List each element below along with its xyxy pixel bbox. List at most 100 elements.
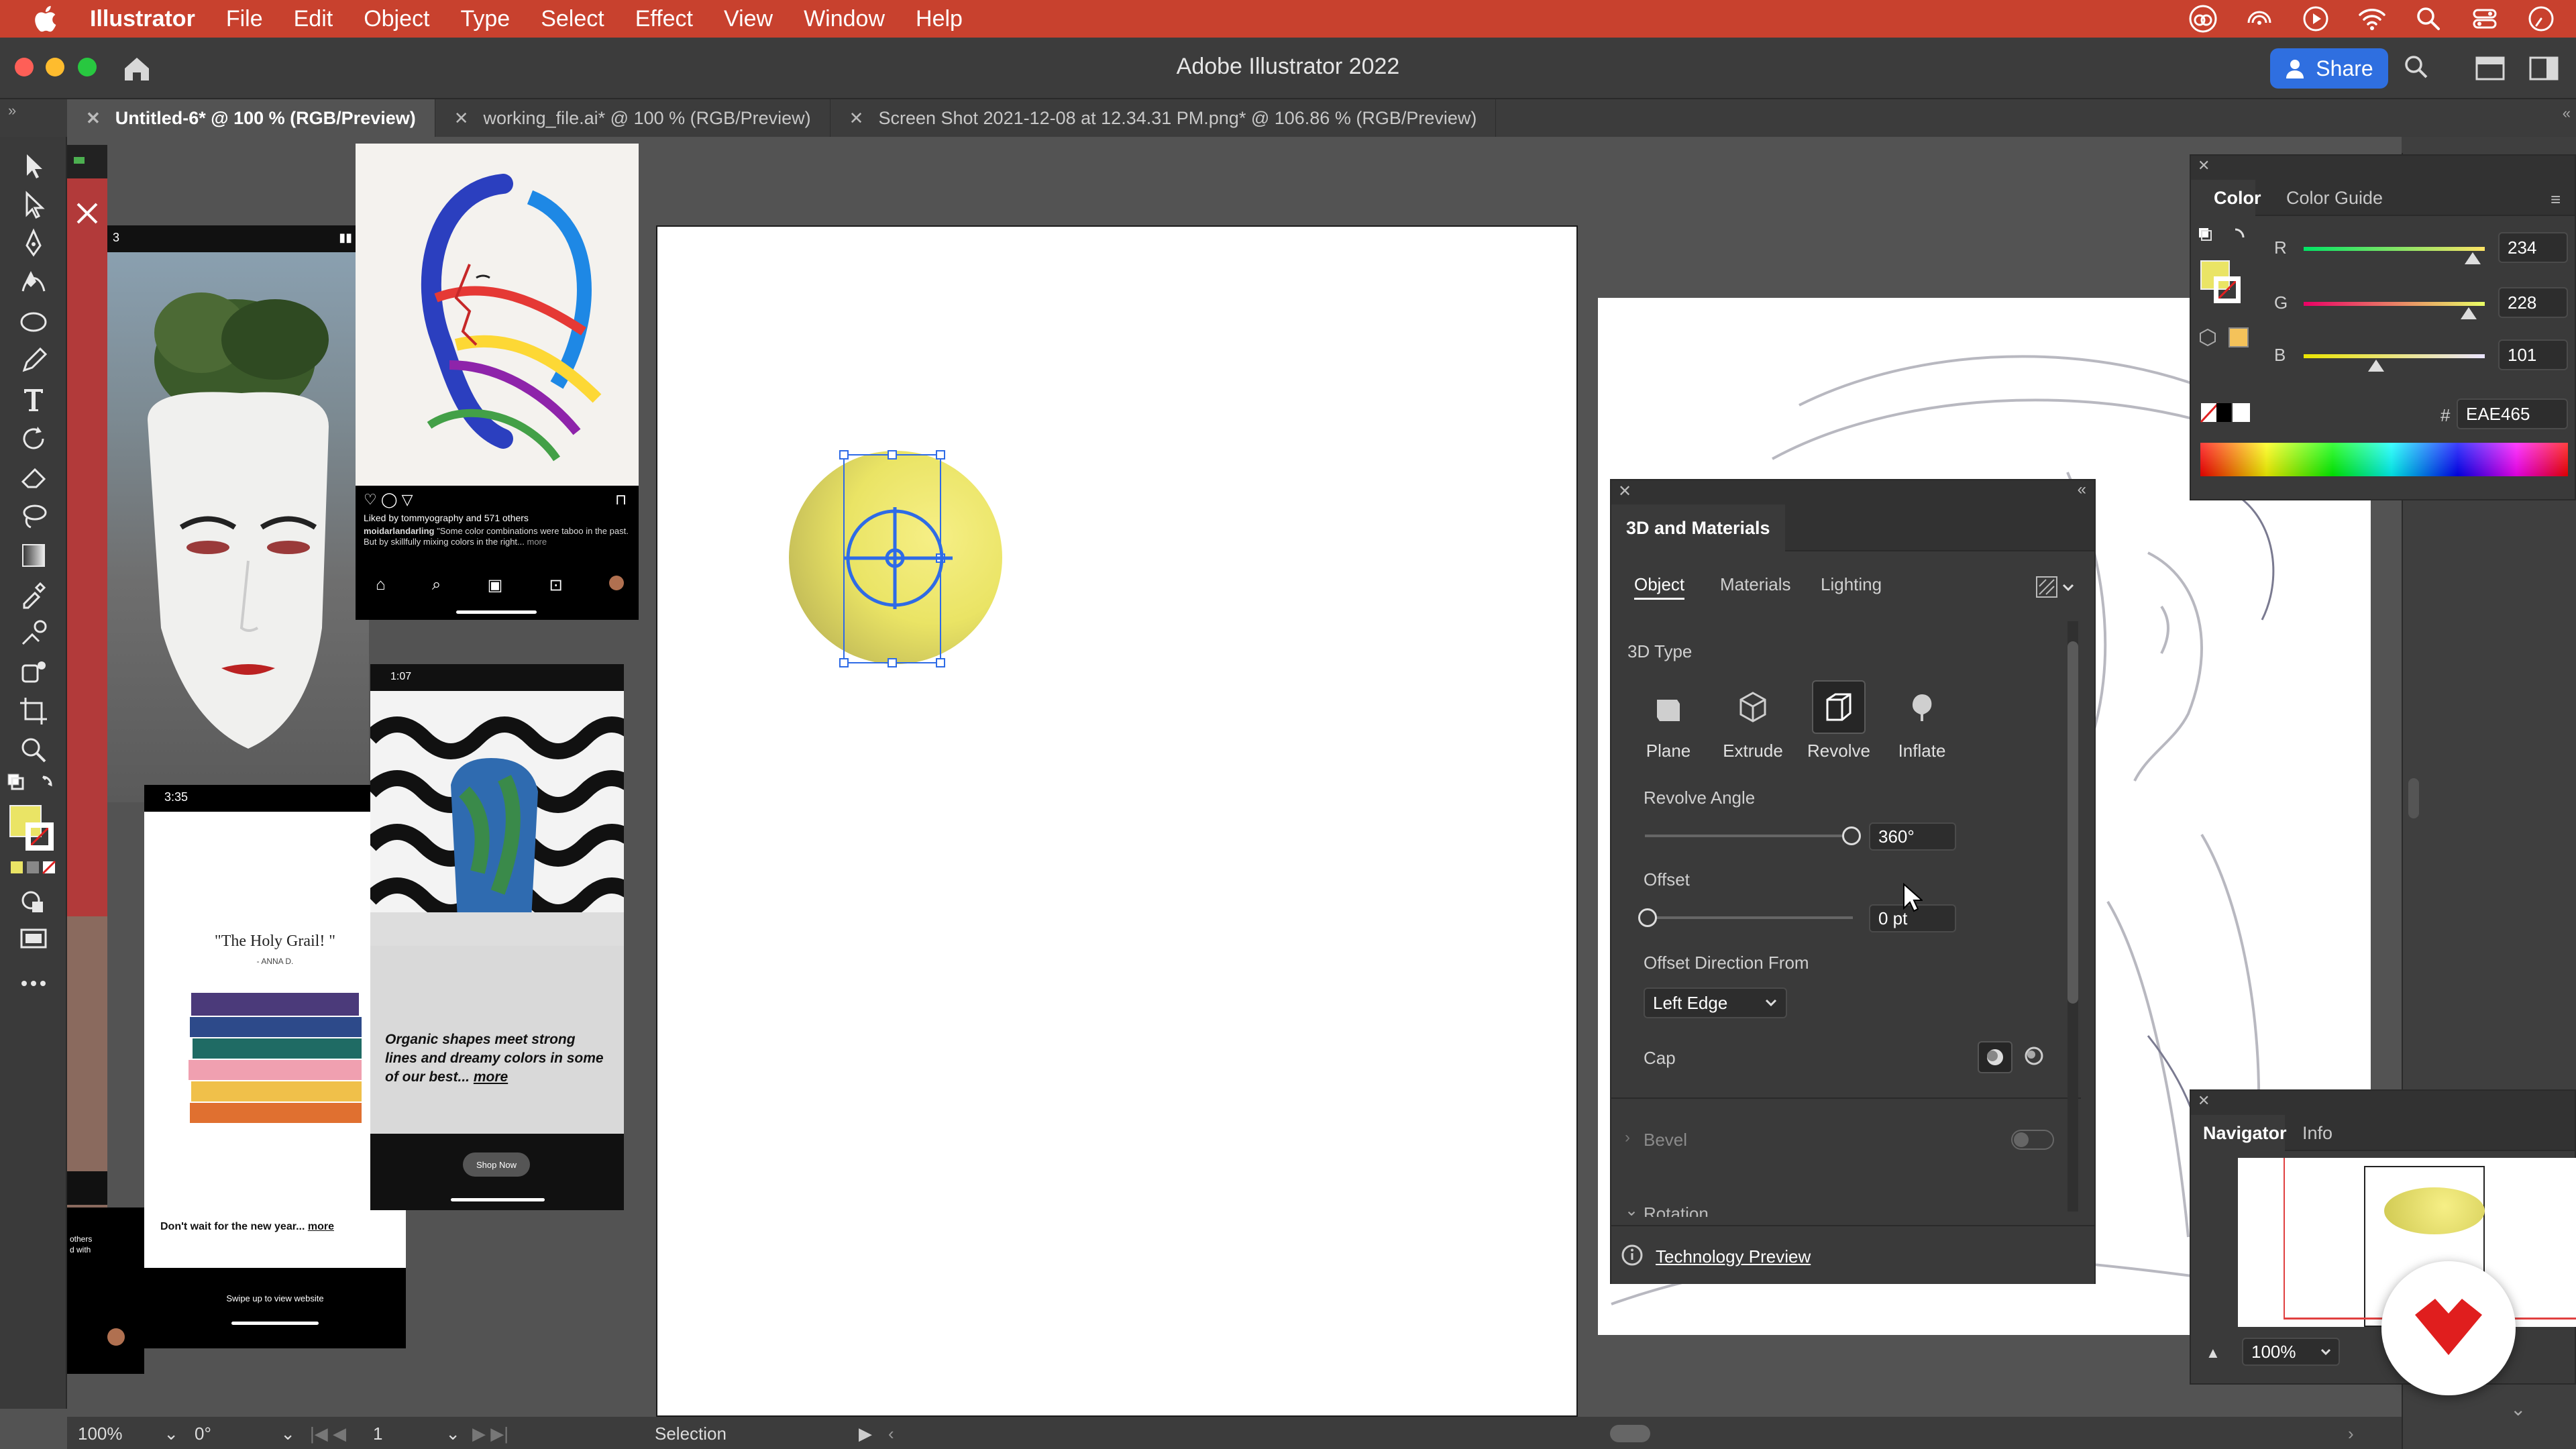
lasso-tool-icon[interactable] — [17, 500, 50, 533]
r-channel-slider[interactable] — [2304, 247, 2485, 251]
revolve-angle-slider-track[interactable] — [1645, 835, 1853, 837]
arrange-documents-icon[interactable] — [2475, 55, 2505, 82]
status-menu-arrow-icon[interactable]: ▶ — [859, 1424, 872, 1444]
control-center-icon[interactable] — [2470, 4, 2500, 34]
none-white-black-swatches[interactable] — [2200, 402, 2251, 423]
curvature-tool-icon[interactable] — [17, 267, 50, 299]
dock-scrollbar[interactable] — [2408, 778, 2419, 818]
menu-effect[interactable]: Effect — [635, 6, 693, 32]
revolve-angle-input[interactable]: 360° — [1869, 822, 1956, 851]
panel-menu-icon[interactable]: ≡ — [2551, 189, 2561, 210]
g-channel-slider[interactable] — [2304, 302, 2485, 306]
selection-tool-icon[interactable] — [17, 150, 50, 182]
menu-window[interactable]: Window — [804, 6, 885, 32]
tab-working-file[interactable]: ✕ working_file.ai* @ 100 % (RGB/Preview) — [435, 99, 830, 137]
menu-edit[interactable]: Edit — [294, 6, 333, 32]
offset-slider-thumb[interactable] — [1638, 908, 1657, 927]
rotate-tool-icon[interactable] — [17, 423, 50, 455]
closest-web-color-swatch[interactable] — [2229, 327, 2249, 347]
color-panel-drag-bar[interactable]: ✕ — [2191, 156, 2575, 180]
workspace-switcher-icon[interactable] — [2529, 55, 2559, 82]
revolve-angle-slider-thumb[interactable] — [1842, 826, 1861, 845]
tab-color[interactable]: Color — [2214, 188, 2261, 209]
tab-materials[interactable]: Materials — [1720, 574, 1790, 595]
swap-fill-stroke-icon[interactable] — [2198, 227, 2251, 251]
last-artboard-icon[interactable]: ▶ ▶| — [472, 1424, 508, 1444]
artboard-number-dropdown[interactable]: 1 ⌄ — [373, 1424, 460, 1444]
cap-off-button[interactable] — [2018, 1041, 2053, 1073]
scroll-left-icon[interactable]: ‹ — [888, 1424, 894, 1444]
more-tools-icon[interactable] — [17, 967, 50, 1000]
panel-drag-bar[interactable]: ✕ « — [1611, 480, 2094, 504]
bevel-toggle[interactable] — [2011, 1130, 2054, 1150]
menu-app-illustrator[interactable]: Illustrator — [90, 6, 195, 32]
tab-navigator[interactable]: Navigator — [2203, 1123, 2287, 1144]
3d-type-plane[interactable]: Plane — [1631, 680, 1705, 761]
technology-preview-link[interactable]: Technology Preview — [1656, 1246, 1811, 1267]
r-value-input[interactable]: 234 — [2498, 232, 2568, 263]
apple-icon[interactable] — [30, 2, 63, 36]
tab-object[interactable]: Object — [1634, 574, 1685, 600]
screen-time-icon[interactable] — [2526, 4, 2556, 34]
close-panel-icon[interactable]: ✕ — [2198, 1092, 2210, 1110]
pen-tool-icon[interactable] — [17, 228, 50, 260]
offset-slider-track[interactable] — [1645, 916, 1853, 919]
screen-mode-icon[interactable] — [17, 923, 50, 955]
menu-file[interactable]: File — [226, 6, 263, 32]
creative-cloud-icon[interactable] — [2188, 4, 2218, 34]
zoom-level-dropdown[interactable]: 100% ⌄ — [78, 1424, 178, 1444]
spotlight-search-icon[interactable] — [2414, 4, 2443, 34]
close-panel-icon[interactable]: ✕ — [1618, 482, 1631, 501]
tab-screen-shot[interactable]: ✕ Screen Shot 2021-12-08 at 12.34.31 PM.… — [830, 99, 1497, 137]
collapse-toolbar-icon[interactable]: » — [8, 102, 16, 119]
play-icon[interactable] — [2301, 4, 2330, 34]
collapse-panel-icon[interactable]: « — [2078, 480, 2086, 499]
3d-widget-icon[interactable] — [837, 504, 953, 612]
rotation-dropdown[interactable]: 0° ⌄ — [195, 1424, 295, 1444]
eraser-tool-icon[interactable] — [17, 462, 50, 494]
gradient-tool-icon[interactable] — [17, 539, 50, 572]
chevron-down-icon[interactable]: ⌄ — [1625, 1201, 1638, 1220]
menu-help[interactable]: Help — [916, 6, 963, 32]
horizontal-scrollbar-thumb[interactable] — [1610, 1425, 1650, 1442]
out-of-gamut-icon[interactable] — [2198, 327, 2218, 347]
share-button[interactable]: Share — [2270, 48, 2388, 89]
navigator-drag-bar[interactable]: ✕ — [2191, 1091, 2575, 1115]
close-tab-icon[interactable]: ✕ — [86, 108, 101, 129]
offset-direction-dropdown[interactable]: Left Edge — [1644, 987, 1787, 1018]
color-spectrum-bar[interactable] — [2200, 443, 2568, 476]
draw-mode-icon[interactable] — [17, 885, 50, 918]
r-slider-thumb[interactable] — [2465, 252, 2481, 264]
collapse-dock-icon[interactable]: « — [2563, 105, 2571, 122]
b-channel-slider[interactable] — [2304, 354, 2485, 358]
3d-type-inflate[interactable]: Inflate — [1885, 680, 1959, 761]
artboard[interactable] — [656, 225, 1578, 1417]
cap-on-button[interactable] — [1978, 1041, 2012, 1073]
tab-color-guide[interactable]: Color Guide — [2286, 188, 2383, 209]
close-tab-icon[interactable]: ✕ — [849, 108, 864, 129]
ellipse-tool-icon[interactable] — [17, 306, 50, 338]
menu-object[interactable]: Object — [364, 6, 429, 32]
menu-type[interactable]: Type — [460, 6, 510, 32]
g-value-input[interactable]: 228 — [2498, 287, 2568, 318]
g-slider-thumb[interactable] — [2461, 307, 2477, 319]
dock-scroll-down-icon[interactable]: ⌄ — [2510, 1398, 2526, 1420]
close-panel-icon[interactable]: ✕ — [2198, 157, 2210, 174]
scroll-right-icon[interactable]: › — [2348, 1424, 2354, 1444]
stroke-swatch[interactable] — [25, 822, 54, 851]
navigator-zoom-input[interactable]: 100% — [2242, 1338, 2340, 1366]
wifi-icon[interactable] — [2357, 4, 2387, 34]
blend-tool-icon[interactable] — [17, 617, 50, 649]
pencil-tool-icon[interactable] — [17, 345, 50, 377]
artboard-tool-icon[interactable] — [17, 695, 50, 727]
panel-title-tab[interactable]: 3D and Materials — [1611, 504, 1785, 551]
symbol-sprayer-tool-icon[interactable] — [17, 656, 50, 688]
direct-selection-tool-icon[interactable] — [17, 189, 50, 221]
render-settings-icon[interactable] — [2035, 576, 2076, 598]
3d-type-revolve[interactable]: Revolve — [1802, 680, 1876, 761]
b-slider-thumb[interactable] — [2368, 360, 2384, 372]
close-tab-icon[interactable]: ✕ — [454, 108, 469, 129]
chevron-right-icon[interactable]: › — [1625, 1128, 1630, 1147]
sync-status-icon[interactable] — [2245, 4, 2274, 34]
hex-value-input[interactable]: EAE465 — [2457, 398, 2568, 429]
